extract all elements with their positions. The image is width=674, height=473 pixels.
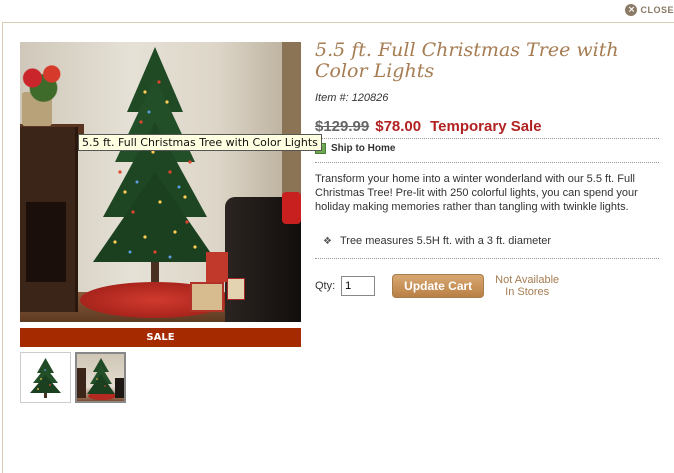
product-main-image [20, 42, 301, 322]
update-cart-button[interactable]: Update Cart [392, 274, 485, 298]
close-icon: × [625, 4, 638, 16]
room-thumbnail-icon [77, 358, 124, 400]
product-title: 5.5 ft. Full Christmas Tree with Color L… [315, 39, 619, 82]
divider [315, 138, 659, 139]
sale-banner: SALE [20, 328, 301, 347]
sale-price: $78.00 [375, 118, 422, 135]
divider [315, 162, 659, 163]
quantity-input[interactable] [341, 276, 376, 296]
ship-to-home-label: Ship to Home [331, 143, 396, 154]
item-number-label: Item #: [315, 92, 349, 104]
thumbnail-tree[interactable] [20, 352, 71, 403]
product-description: Transform your home into a winter wonder… [315, 173, 638, 213]
cart-controls: Qty: Update Cart Not Available In Stores [315, 274, 562, 298]
feature-bullet: ❖ Tree measures 5.5H ft. with a 3 ft. di… [323, 235, 551, 247]
ship-to-home-option[interactable]: ✓ Ship to Home [315, 143, 395, 154]
availability-line-1: Not Available [495, 274, 560, 286]
qty-label: Qty: [315, 280, 336, 292]
price-row: $129.99 $78.00 Temporary Sale [315, 118, 542, 135]
feature-text: Tree measures 5.5H ft. with a 3 ft. diam… [339, 235, 552, 247]
store-availability: Not Available In Stores [492, 274, 562, 298]
tree-thumbnail-icon [30, 358, 61, 398]
diamond-bullet-icon: ❖ [323, 235, 332, 247]
availability-line-2: In Stores [505, 286, 550, 298]
original-price: $129.99 [315, 118, 370, 135]
thumbnail-room[interactable] [75, 352, 126, 403]
promo-label: Temporary Sale [430, 118, 542, 135]
item-number-value: 120826 [351, 92, 389, 104]
divider [315, 258, 659, 259]
close-button[interactable]: × CLOSE [625, 4, 674, 16]
close-label: CLOSE [640, 5, 674, 15]
item-number: Item #: 120826 [315, 92, 388, 104]
image-tooltip: 5.5 ft. Full Christmas Tree with Color L… [78, 134, 322, 151]
